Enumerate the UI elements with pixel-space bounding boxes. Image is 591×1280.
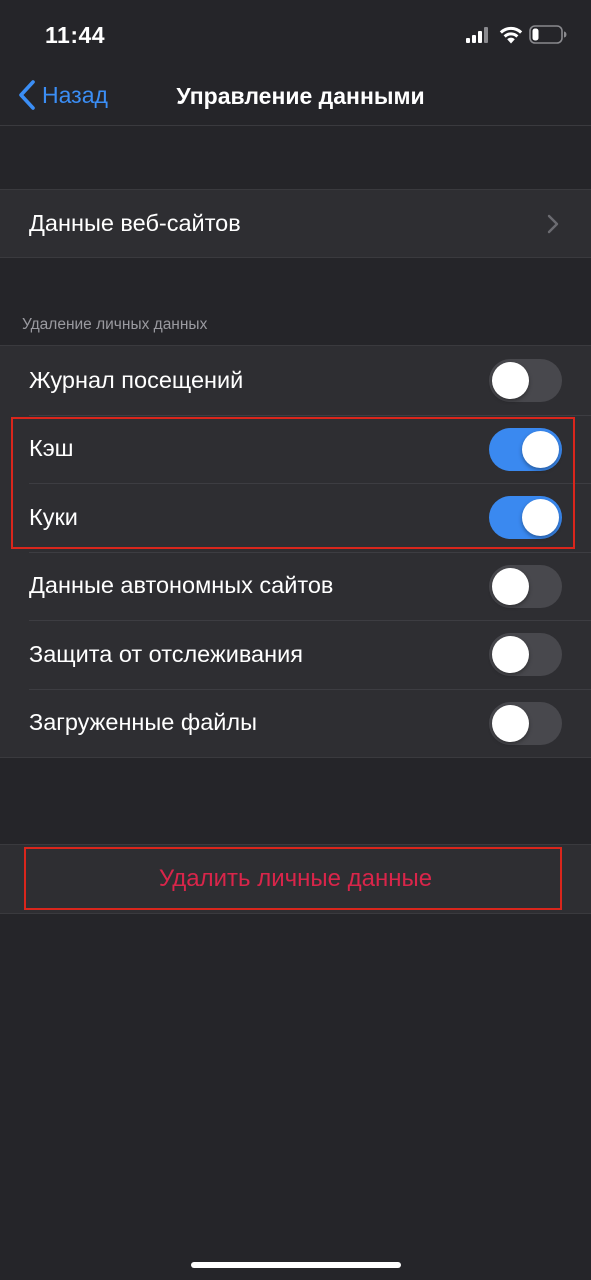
page-title: Управление данными [176,83,425,109]
toggle-row-history: Журнал посещений [0,346,591,415]
toggle-label-tracking-protection: Защита от отслеживания [29,640,303,667]
delete-personal-data-label: Удалить личные данные [158,865,433,892]
battery-icon [529,25,567,44]
toggle-row-cache: Кэш [0,414,591,484]
toggle-label-downloads: Загруженные файлы [29,709,258,736]
toggle-knob [492,362,529,399]
toggle-row-downloads: Загруженные файлы [0,688,591,758]
toggle-switch-cookies[interactable] [489,496,562,539]
toggle-switch-history[interactable] [489,359,562,402]
delete-group: Удалить личные данные [0,844,591,914]
signal-icon [466,27,490,43]
toggle-label-offline-data: Данные автономных сайтов [29,572,334,599]
status-time: 11:44 [45,22,106,48]
toggle-label-history: Журнал посещений [29,366,244,393]
chevron-right-icon [547,214,559,234]
toggle-label-cache: Кэш [29,435,74,462]
wifi-icon [499,26,523,44]
navigation-bar: Назад Управление данными [0,64,591,126]
screen: 11:44 Назад Управление данными Данные ве… [0,0,591,1280]
toggle-row-cookies: Куки [0,483,591,552]
website-data-label: Данные веб-сайтов [29,210,241,236]
toggle-row-offline-data: Данные автономных сайтов [0,551,591,621]
toggle-row-tracking-protection: Защита от отслеживания [0,620,591,689]
toggle-knob [522,499,559,536]
toggle-knob [492,567,529,605]
status-bar: 11:44 [0,0,591,64]
toggle-label-cookies: Куки [29,503,78,530]
toggle-switch-cache[interactable] [489,427,562,471]
toggle-knob [492,636,529,673]
privacy-toggles-group: Журнал посещений Кэш Куки Данные автоном… [0,345,591,758]
section-header-privacy: Удаление личных данных [22,316,208,333]
website-data-row[interactable]: Данные веб-сайтов [0,190,591,257]
website-data-group: Данные веб-сайтов [0,189,591,258]
delete-personal-data-button[interactable]: Удалить личные данные [0,845,591,913]
home-indicator [191,1262,401,1268]
toggle-switch-tracking-protection[interactable] [489,633,562,676]
toggle-switch-downloads[interactable] [489,701,562,745]
toggle-knob [522,430,559,468]
toggle-knob [492,704,529,742]
toggle-switch-offline-data[interactable] [489,564,562,608]
